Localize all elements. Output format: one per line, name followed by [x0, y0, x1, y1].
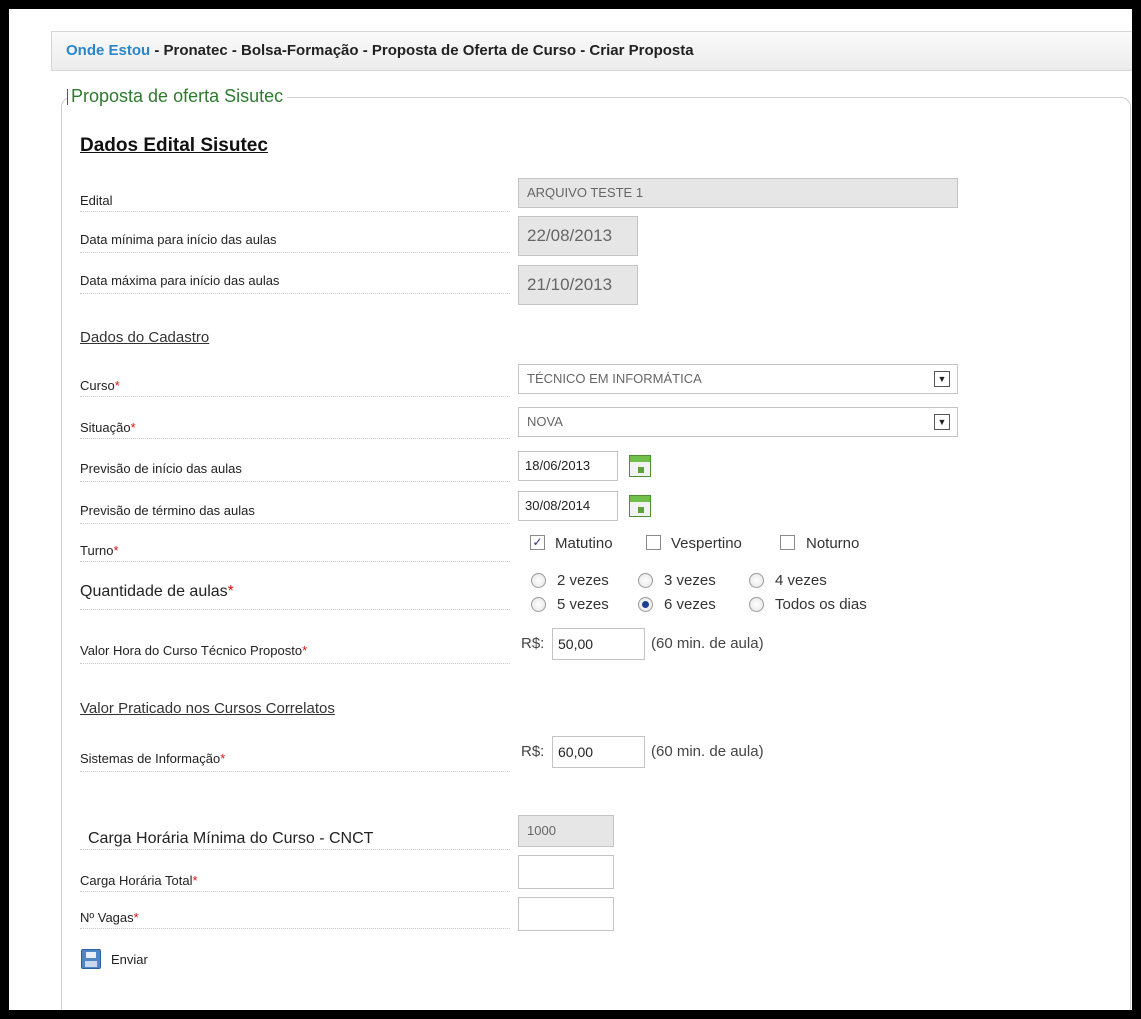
turno-matutino-checkbox[interactable]: ✓: [530, 535, 545, 550]
qtd-aulas-label-text: Quantidade de aulas: [80, 583, 228, 600]
qtd-5-vezes-label: 5 vezes: [557, 596, 609, 613]
carga-total-input[interactable]: [518, 855, 614, 889]
valor-hora-input[interactable]: 50,00: [552, 628, 645, 660]
calendar-icon[interactable]: [629, 495, 651, 517]
required-mark: *: [113, 543, 119, 558]
valor-hora-note: (60 min. de aula): [651, 635, 764, 652]
breadcrumb-path: - Pronatec - Bolsa-Formação - Proposta d…: [150, 42, 694, 59]
carga-minima-label: Carga Horária Mínima do Curso - CNCT: [88, 830, 374, 847]
sistemas-input[interactable]: 60,00: [552, 736, 645, 768]
save-icon[interactable]: [81, 949, 101, 969]
turno-vespertino-label: Vespertino: [671, 535, 742, 552]
qtd-3-vezes-label: 3 vezes: [664, 572, 716, 589]
sistemas-label-text: Sistemas de Informação: [80, 751, 221, 766]
data-max-field: 21/10/2013: [518, 265, 638, 305]
inicio-date-input[interactable]: 18/06/2013: [518, 451, 618, 481]
situacao-select-value: NOVA: [527, 414, 563, 429]
qtd-todos-os-dias-label: Todos os dias: [775, 596, 867, 613]
qtd-6-vezes-radio[interactable]: [638, 597, 653, 612]
turno-label-text: Turno: [80, 543, 114, 558]
situacao-label: Situação*: [80, 420, 136, 435]
qtd-2-vezes-radio[interactable]: [531, 573, 546, 588]
data-min-field: 22/08/2013: [518, 216, 638, 256]
curso-select[interactable]: TÉCNICO EM INFORMÁTICA ▼: [518, 364, 958, 394]
qtd-3-vezes-radio[interactable]: [638, 573, 653, 588]
termino-date-input[interactable]: 30/08/2014: [518, 491, 618, 521]
turno-label: Turno*: [80, 543, 119, 558]
edital-section-title: Dados Edital Sisutec: [80, 135, 268, 156]
situacao-select[interactable]: NOVA ▼: [518, 407, 958, 437]
edital-field: ARQUIVO TESTE 1: [518, 178, 958, 208]
cadastro-section-title: Dados do Cadastro: [80, 329, 210, 346]
panel-legend-text: Proposta de oferta Sisutec: [71, 86, 284, 106]
qtd-4-vezes-label: 4 vezes: [775, 572, 827, 589]
turno-vespertino-checkbox[interactable]: [646, 535, 661, 550]
enviar-button[interactable]: Enviar: [111, 952, 148, 967]
qtd-5-vezes-radio[interactable]: [531, 597, 546, 612]
qtd-todos-os-dias-radio[interactable]: [749, 597, 764, 612]
chevron-down-icon[interactable]: ▼: [934, 414, 950, 430]
breadcrumb-home-link[interactable]: Onde Estou: [66, 42, 150, 59]
curso-label-text: Curso: [80, 378, 115, 393]
chevron-down-icon[interactable]: ▼: [934, 371, 950, 387]
required-mark: *: [114, 378, 120, 393]
panel-legend: Proposta de oferta Sisutec: [67, 85, 288, 107]
page-frame: Onde Estou - Pronatec - Bolsa-Formação -…: [8, 8, 1133, 1011]
valor-hora-currency: R$:: [521, 635, 545, 652]
curso-label: Curso*: [80, 378, 120, 393]
required-mark: *: [227, 583, 234, 600]
vagas-input[interactable]: [518, 897, 614, 931]
sistemas-note: (60 min. de aula): [651, 743, 764, 760]
situacao-label-text: Situação: [80, 420, 131, 435]
qtd-6-vezes-label: 6 vezes: [664, 596, 716, 613]
vagas-label: Nº Vagas*: [80, 910, 139, 925]
required-mark: *: [192, 873, 198, 888]
sistemas-label: Sistemas de Informação*: [80, 751, 225, 766]
qtd-4-vezes-radio[interactable]: [749, 573, 764, 588]
data-max-label: Data máxima para início das aulas: [80, 273, 280, 288]
qtd-2-vezes-label: 2 vezes: [557, 572, 609, 589]
carga-total-label-text: Carga Horária Total: [80, 873, 193, 888]
correlatos-section-title: Valor Praticado nos Cursos Correlatos: [80, 700, 335, 717]
calendar-icon[interactable]: [629, 455, 651, 477]
turno-noturno-label: Noturno: [806, 535, 860, 552]
required-mark: *: [133, 910, 139, 925]
data-min-label: Data mínima para início das aulas: [80, 232, 277, 247]
carga-total-label: Carga Horária Total*: [80, 873, 198, 888]
carga-minima-field: 1000: [518, 815, 614, 847]
termino-label: Previsão de término das aulas: [80, 503, 255, 518]
required-mark: *: [130, 420, 136, 435]
required-mark: *: [220, 751, 226, 766]
required-mark: *: [302, 643, 308, 658]
breadcrumb: Onde Estou - Pronatec - Bolsa-Formação -…: [51, 31, 1132, 71]
vagas-label-text: Nº Vagas: [80, 910, 134, 925]
curso-select-value: TÉCNICO EM INFORMÁTICA: [527, 371, 702, 386]
valor-hora-label-text: Valor Hora do Curso Técnico Proposto: [80, 643, 303, 658]
turno-noturno-checkbox[interactable]: [780, 535, 795, 550]
edital-label: Edital: [80, 193, 113, 208]
qtd-aulas-label: Quantidade de aulas*: [80, 583, 234, 601]
inicio-label: Previsão de início das aulas: [80, 461, 242, 476]
valor-hora-label: Valor Hora do Curso Técnico Proposto*: [80, 643, 307, 658]
sistemas-currency: R$:: [521, 743, 545, 760]
turno-matutino-label: Matutino: [555, 535, 613, 552]
